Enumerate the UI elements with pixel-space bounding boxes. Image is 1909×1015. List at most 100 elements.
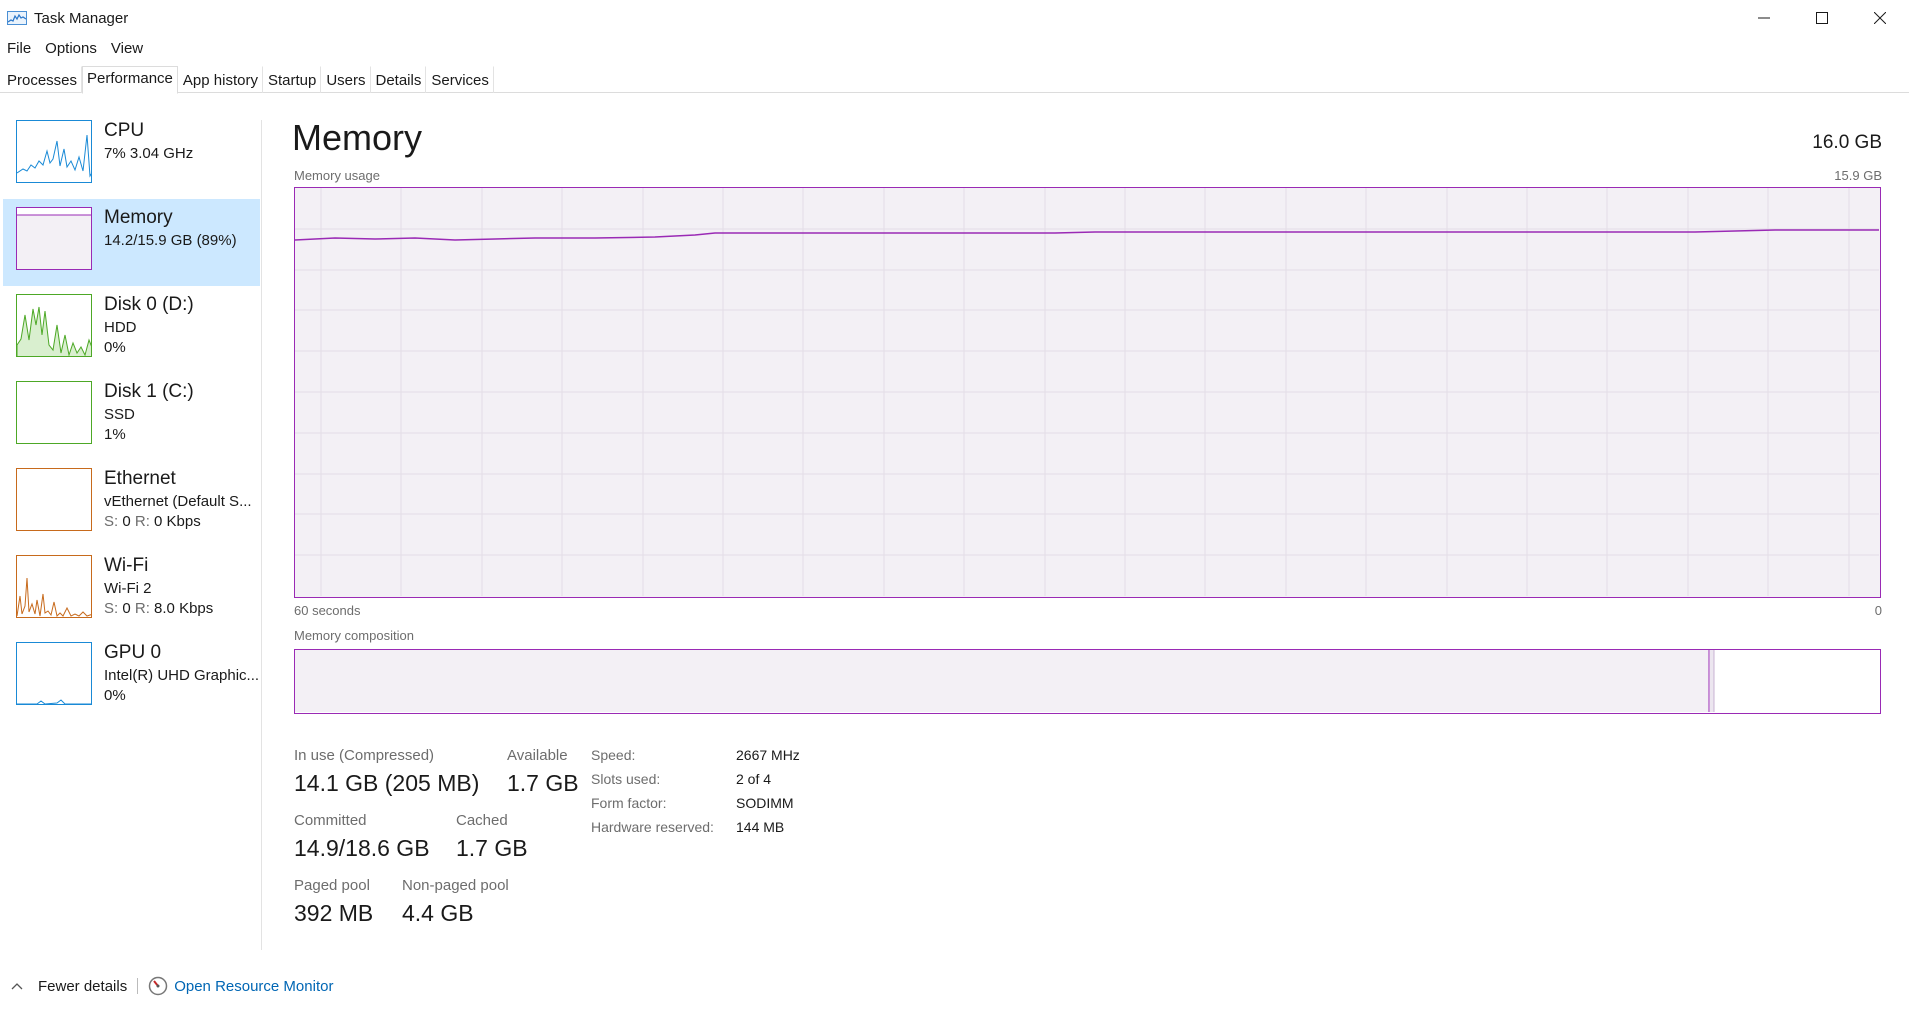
sidebar-item-throughput: S: 0 R: 8.0 Kbps [104, 600, 213, 617]
minimize-icon [1758, 17, 1770, 19]
cached-label: Cached [456, 812, 508, 829]
sidebar-item-disk-0[interactable]: Disk 0 (D:) HDD 0% [3, 286, 260, 373]
open-resource-monitor-link[interactable]: Open Resource Monitor [148, 976, 333, 996]
hardware-reserved-value: 144 MB [736, 819, 785, 835]
sidebar-item-name: Disk 0 (D:) [104, 294, 194, 315]
committed-label: Committed [294, 812, 367, 829]
tab-details[interactable]: Details [371, 66, 427, 93]
cached-value: 1.7 GB [456, 835, 528, 861]
sidebar-item-name: GPU 0 [104, 642, 162, 663]
resource-sidebar: CPU 7% 3.04 GHz Memory 14.2/15.9 GB (89%… [0, 112, 262, 721]
ethernet-thumbnail-graph [16, 468, 92, 531]
tab-performance[interactable]: Performance [82, 66, 178, 94]
sidebar-item-detail: HDD [104, 319, 137, 336]
close-icon [1874, 12, 1886, 24]
non-paged-pool-label: Non-paged pool [402, 877, 509, 894]
send-label: S: [104, 513, 119, 530]
memory-composition-label: Memory composition [294, 628, 414, 643]
footer: Fewer details Open Resource Monitor [0, 973, 333, 999]
memory-usage-graph [294, 187, 1881, 598]
open-resource-monitor-label: Open Resource Monitor [174, 977, 334, 995]
menu-bar: File Options View [0, 37, 150, 61]
in-use-label: In use (Compressed) [294, 747, 435, 764]
sidebar-item-detail: Wi-Fi 2 [104, 580, 152, 597]
sidebar-item-usage: 0% [104, 339, 126, 356]
gpu-thumbnail-graph [16, 642, 92, 705]
committed-value: 14.9/18.6 GB [294, 835, 430, 861]
tab-processes[interactable]: Processes [2, 66, 83, 93]
send-value: 0 [122, 600, 131, 617]
sidebar-item-cpu[interactable]: CPU 7% 3.04 GHz [3, 112, 260, 199]
sidebar-item-name: CPU [104, 120, 145, 141]
paged-pool-label: Paged pool [294, 877, 370, 894]
disk-0-thumbnail-graph [16, 294, 92, 357]
window-title: Task Manager [34, 9, 129, 27]
chevron-up-icon [11, 983, 23, 990]
sidebar-item-name: Memory [104, 207, 173, 228]
receive-label: R: [134, 513, 150, 530]
receive-label: R: [134, 600, 150, 617]
sidebar-item-name: Disk 1 (C:) [104, 381, 194, 402]
available-label: Available [507, 747, 568, 764]
tab-app-history[interactable]: App history [178, 66, 263, 93]
time-axis-start: 60 seconds [294, 603, 361, 618]
sidebar-item-name: Ethernet [104, 468, 176, 489]
disk-1-thumbnail-graph [16, 381, 92, 444]
fewer-details-label: Fewer details [38, 977, 128, 995]
form-factor-label: Form factor: [591, 795, 667, 811]
sidebar-item-detail: Intel(R) UHD Graphic... [104, 667, 259, 684]
speed-value: 2667 MHz [736, 747, 800, 763]
sidebar-item-throughput: S: 0 R: 0 Kbps [104, 513, 201, 530]
paged-pool-value: 392 MB [294, 900, 374, 926]
wifi-thumbnail-graph [16, 555, 92, 618]
send-label: S: [104, 600, 119, 617]
close-button[interactable] [1851, 0, 1909, 36]
in-use-value: 14.1 GB (205 MB) [294, 770, 480, 796]
time-axis-end: 0 [1874, 603, 1882, 618]
tab-users[interactable]: Users [321, 66, 371, 93]
page-title: Memory [292, 117, 423, 158]
sidebar-item-memory[interactable]: Memory 14.2/15.9 GB (89%) [3, 199, 260, 286]
cpu-thumbnail-graph [16, 120, 92, 183]
tab-services[interactable]: Services [426, 66, 494, 93]
footer-separator [137, 978, 139, 994]
total-memory: 16.0 GB [1812, 132, 1882, 153]
maximize-button[interactable] [1793, 0, 1851, 36]
sidebar-divider [261, 120, 262, 950]
menu-view[interactable]: View [104, 37, 150, 61]
memory-composition-bar [294, 649, 1881, 714]
sidebar-item-detail: 7% 3.04 GHz [104, 145, 194, 162]
sidebar-item-usage: 1% [104, 426, 126, 443]
receive-value: 8.0 Kbps [154, 600, 214, 617]
form-factor-value: SODIMM [736, 795, 794, 811]
speed-label: Speed: [591, 747, 636, 763]
slots-used-value: 2 of 4 [736, 771, 772, 787]
menu-file[interactable]: File [0, 37, 38, 61]
sidebar-item-name: Wi-Fi [104, 555, 149, 576]
sidebar-item-detail: vEthernet (Default S... [104, 493, 252, 510]
tab-bar: Processes Performance App history Startu… [0, 66, 1909, 94]
fewer-details-button[interactable]: Fewer details [10, 978, 127, 995]
non-paged-pool-value: 4.4 GB [402, 900, 474, 926]
resource-monitor-icon [148, 976, 168, 996]
send-value: 0 [122, 513, 131, 530]
available-value: 1.7 GB [507, 770, 579, 796]
minimize-button[interactable] [1735, 0, 1793, 36]
tab-startup[interactable]: Startup [263, 66, 322, 93]
hardware-reserved-label: Hardware reserved: [591, 819, 714, 835]
title-bar: Task Manager [0, 0, 1909, 36]
sidebar-item-detail: SSD [104, 406, 135, 423]
receive-value: 0 Kbps [154, 513, 201, 530]
memory-usage-max: 15.9 GB [1834, 168, 1882, 183]
sidebar-item-usage: 0% [104, 687, 126, 704]
sidebar-item-disk-1[interactable]: Disk 1 (C:) SSD 1% [3, 373, 260, 460]
sidebar-item-ethernet[interactable]: Ethernet vEthernet (Default S... S: 0 R:… [3, 460, 260, 547]
menu-options[interactable]: Options [38, 37, 104, 61]
memory-thumbnail-graph [16, 207, 92, 270]
sidebar-item-detail: 14.2/15.9 GB (89%) [104, 232, 237, 249]
maximize-icon [1816, 12, 1828, 24]
memory-usage-label: Memory usage [294, 168, 380, 183]
sidebar-item-wifi[interactable]: Wi-Fi Wi-Fi 2 S: 0 R: 8.0 Kbps [3, 547, 260, 634]
slots-used-label: Slots used: [591, 771, 661, 787]
sidebar-item-gpu-0[interactable]: GPU 0 Intel(R) UHD Graphic... 0% [3, 634, 260, 721]
